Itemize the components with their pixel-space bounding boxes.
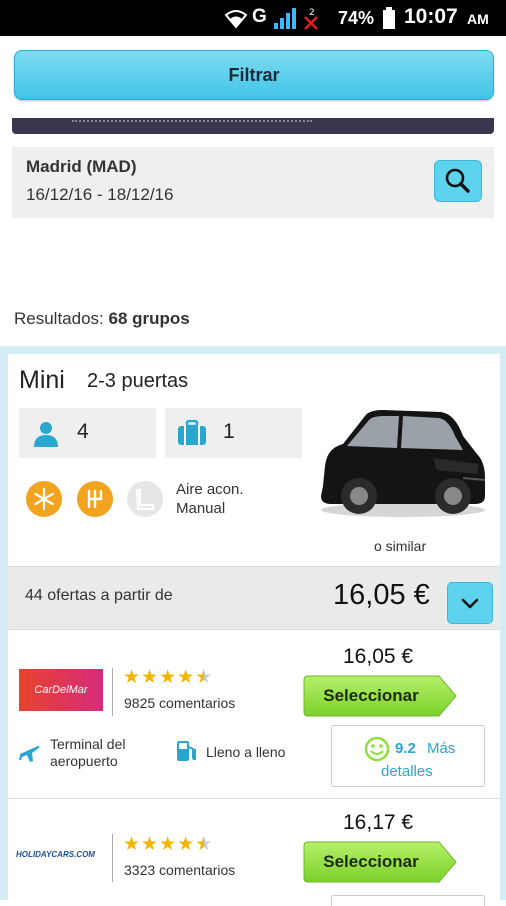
select-label: Seleccionar	[323, 686, 419, 705]
filter-header: Filtrar	[0, 36, 506, 118]
passengers-box: 4	[19, 408, 156, 458]
select-label: Seleccionar	[323, 852, 419, 871]
star-icon: ★	[177, 833, 196, 855]
similar-note: o similar	[374, 538, 427, 554]
offer-price: 16,17 €	[343, 811, 414, 834]
rental-dates: 16/12/16 - 18/12/16	[26, 185, 174, 204]
star-icon: ★	[123, 833, 142, 855]
review-count: 9825 comentarios	[124, 695, 236, 711]
bags-box: 1	[165, 408, 302, 458]
offer-row: CarDelMar ★★★★★ 9825 comentarios 16,05 €…	[8, 628, 500, 804]
star-icon: ★	[123, 666, 142, 688]
clock-time: 10:07	[404, 5, 458, 28]
suitcase-icon	[178, 420, 206, 445]
air-conditioning-icon	[26, 481, 62, 517]
rating-stars: ★★★★★	[123, 666, 213, 688]
smiley-icon	[364, 736, 390, 762]
chevron-down-icon	[461, 598, 479, 609]
car-card: Mini 2-3 puertas 4 1 Aire acon. Manual o…	[0, 346, 506, 906]
car-image	[321, 410, 486, 517]
supplier-name: HOLIDAYCARS.COM	[16, 849, 95, 859]
battery-percent: 74%	[338, 8, 375, 28]
offer-price: 16,05 €	[343, 645, 414, 668]
star-icon: ★	[141, 833, 160, 855]
results-value: 68 grupos	[108, 309, 190, 328]
clock-ampm: AM	[467, 11, 489, 27]
offers-count: 44 ofertas a partir de	[25, 587, 173, 604]
expand-offers-button[interactable]	[447, 582, 493, 624]
search-summary[interactable]: Madrid (MAD) 16/12/16 - 18/12/16	[12, 147, 494, 218]
more-details-button[interactable]: 9.2 Más detalles	[331, 725, 485, 787]
details-label: detalles	[381, 763, 433, 780]
passenger-count: 4	[77, 420, 89, 443]
wifi-icon	[224, 10, 248, 29]
car-card-body: Mini 2-3 puertas 4 1 Aire acon. Manual o…	[8, 354, 500, 906]
pickup-location: Madrid (MAD)	[26, 157, 137, 176]
results-label: Resultados:	[14, 309, 104, 328]
results-count: Resultados: 68 grupos	[14, 309, 190, 329]
status-bar: G 2 74% 10:07 AM	[0, 0, 506, 36]
person-icon	[34, 422, 58, 447]
review-count: 3323 comentarios	[124, 862, 236, 878]
filter-button[interactable]: Filtrar	[14, 50, 494, 100]
offer-row: HOLIDAYCARS.COM ★★★★★ 3323 comentarios 1…	[8, 799, 500, 906]
no-signal-icon: 2	[304, 8, 318, 30]
supplier-logo: CarDelMar	[19, 669, 103, 711]
feature-transmission: Manual	[176, 500, 226, 517]
select-button[interactable]: Seleccionar	[303, 841, 457, 883]
svg-text:2: 2	[309, 8, 315, 18]
airplane-icon	[19, 745, 40, 762]
star-icon: ★	[177, 666, 196, 688]
star-icon: ★	[159, 666, 178, 688]
divider	[112, 834, 113, 882]
more-label: Más	[427, 740, 456, 757]
fuel-icon	[177, 741, 196, 761]
header-strip	[12, 118, 494, 134]
fuel-policy: Lleno a lleno	[206, 744, 286, 760]
battery-icon	[383, 7, 395, 29]
feature-ac: Aire acon.	[176, 481, 244, 498]
star-icon: ★	[159, 833, 178, 855]
pickup-location-type: Terminal del aeropuerto	[50, 736, 125, 770]
divider	[112, 668, 113, 716]
offers-summary[interactable]: 44 ofertas a partir de 16,05 €	[8, 566, 500, 630]
search-button[interactable]	[434, 160, 482, 202]
signal-icon	[274, 8, 296, 29]
star-icon: ★	[141, 666, 160, 688]
supplier-logo: HOLIDAYCARS.COM	[16, 841, 106, 867]
car-category: Mini	[19, 366, 65, 394]
rating-stars: ★★★★★	[123, 833, 213, 855]
star-half-icon: ★	[195, 666, 214, 688]
car-doors: 2-3 puertas	[87, 370, 189, 392]
seat-icon	[127, 481, 163, 517]
star-half-icon: ★	[195, 833, 214, 855]
pickup-line-2: aeropuerto	[50, 753, 118, 769]
select-button[interactable]: Seleccionar	[303, 675, 457, 717]
supplier-name: CarDelMar	[34, 684, 88, 696]
gearbox-icon	[77, 481, 113, 517]
from-price: 16,05 €	[333, 579, 430, 611]
network-type: G	[252, 6, 267, 27]
search-icon	[445, 168, 470, 193]
rating-score: 9.2	[395, 740, 416, 757]
more-details-button[interactable]	[331, 895, 485, 906]
pickup-line-1: Terminal del	[50, 736, 126, 752]
bag-count: 1	[223, 420, 235, 443]
car-features: Aire acon. Manual	[176, 480, 244, 518]
